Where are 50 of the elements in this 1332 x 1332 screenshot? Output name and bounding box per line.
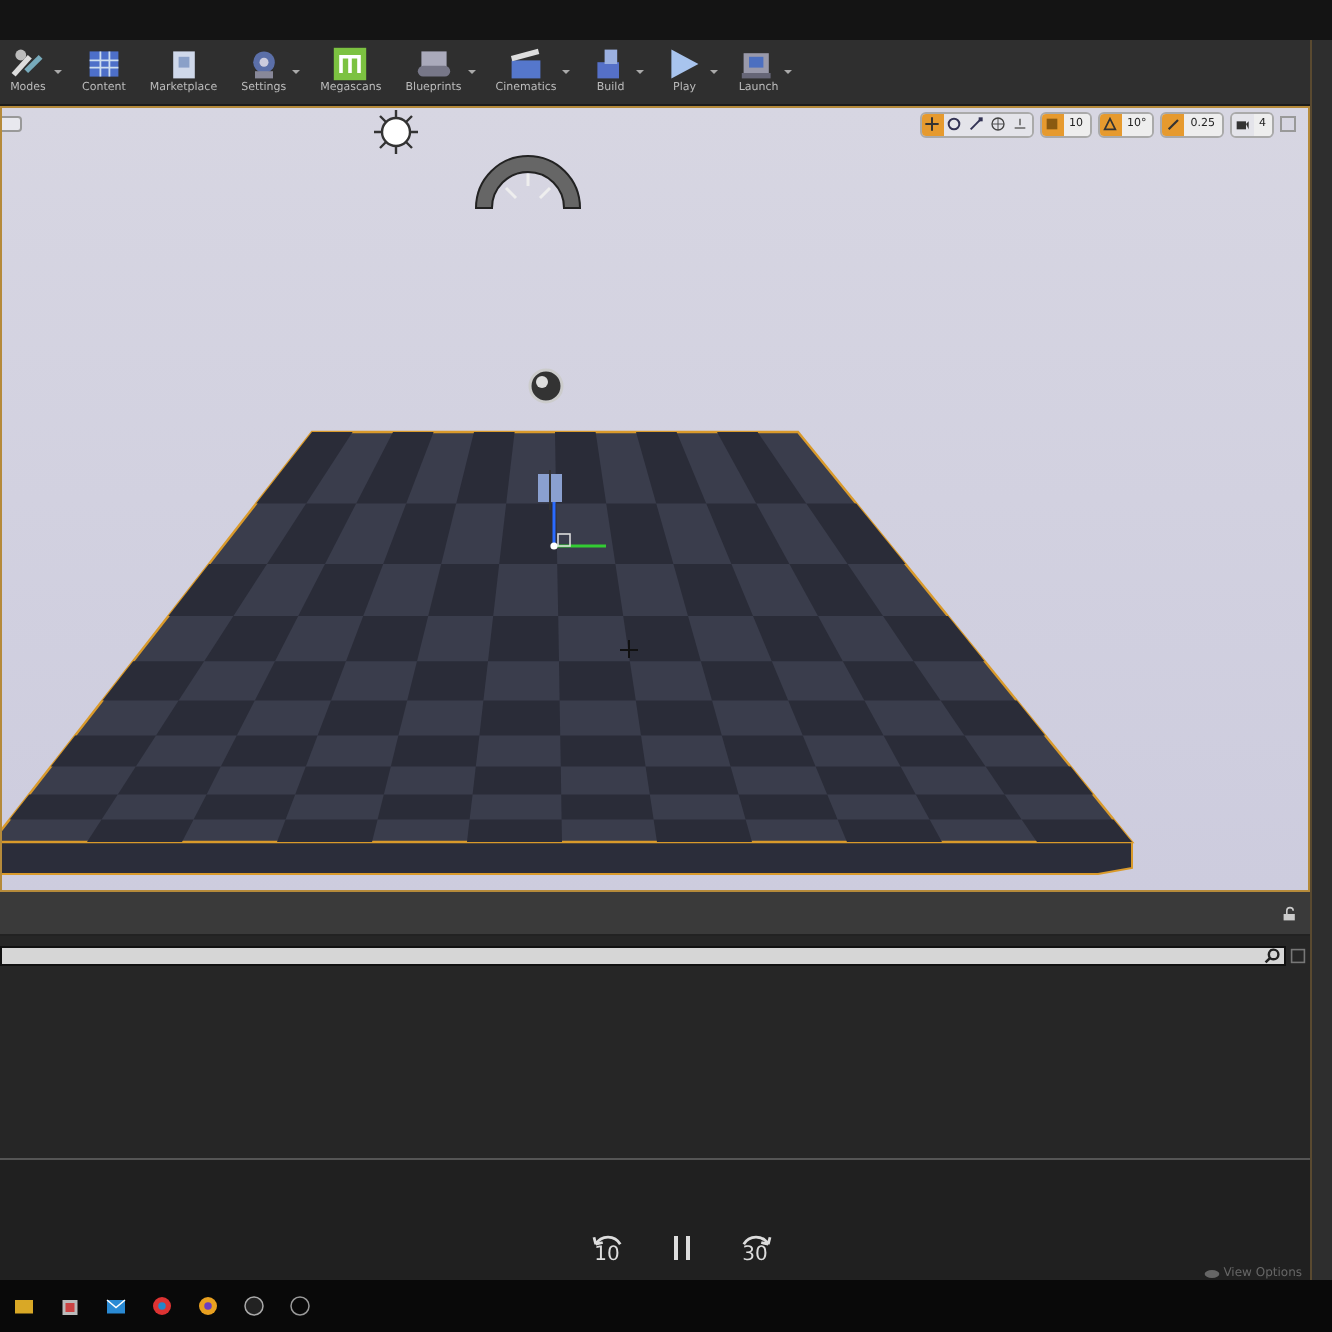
modes-icon bbox=[8, 46, 48, 83]
angle-snap-icon bbox=[1102, 116, 1118, 133]
search-field[interactable] bbox=[0, 946, 1286, 967]
surface-icon bbox=[1012, 116, 1028, 133]
pause-icon bbox=[669, 1234, 693, 1263]
browser-icon bbox=[195, 1294, 219, 1318]
caret-icon[interactable] bbox=[292, 69, 301, 74]
camera-snap-toggle[interactable] bbox=[1231, 113, 1253, 136]
folder-icon bbox=[11, 1294, 35, 1318]
caret-icon[interactable] bbox=[636, 69, 645, 74]
eye-icon bbox=[1203, 1267, 1220, 1279]
mail-icon bbox=[103, 1294, 127, 1318]
grid-snap-icon bbox=[1044, 116, 1060, 133]
player-start-icon bbox=[538, 468, 562, 511]
rewind-button[interactable]: 10 bbox=[589, 1231, 625, 1266]
world-tool-button[interactable] bbox=[987, 113, 1009, 136]
rotate-tool-button[interactable] bbox=[943, 113, 965, 136]
caret-icon[interactable] bbox=[710, 69, 719, 74]
pause-button[interactable] bbox=[669, 1234, 693, 1263]
browser-icon bbox=[149, 1294, 173, 1318]
caret-icon[interactable] bbox=[562, 69, 571, 74]
translate-icon bbox=[924, 116, 940, 133]
world-icon bbox=[990, 116, 1006, 133]
scale-icon bbox=[968, 116, 984, 133]
grid-snap-toggle[interactable] bbox=[1041, 113, 1063, 136]
translate-tool-button[interactable] bbox=[921, 113, 943, 136]
angle-snap-toggle[interactable] bbox=[1099, 113, 1121, 136]
lock-icon[interactable] bbox=[1282, 905, 1298, 922]
circle-icon bbox=[287, 1294, 311, 1318]
caret-icon[interactable] bbox=[54, 69, 62, 74]
transform-gizmo bbox=[550, 501, 606, 550]
save-icon[interactable] bbox=[1290, 948, 1306, 965]
sphere-icon bbox=[528, 368, 564, 404]
forward-arrow-icon bbox=[737, 1231, 773, 1246]
clapperboard-icon bbox=[506, 46, 546, 83]
camera-snap-icon bbox=[1234, 116, 1250, 133]
sun-icon bbox=[372, 108, 420, 156]
controller-icon bbox=[413, 46, 454, 83]
caret-icon[interactable] bbox=[784, 69, 793, 74]
rewind-arrow-icon bbox=[589, 1231, 625, 1246]
scale-snap-toggle[interactable] bbox=[1162, 113, 1185, 136]
letter-m-icon bbox=[330, 46, 371, 83]
search-icon bbox=[1264, 948, 1280, 965]
gauge-icon bbox=[475, 155, 581, 209]
rotate-icon bbox=[946, 116, 962, 133]
forward-button[interactable]: 30 bbox=[737, 1231, 773, 1266]
crosshair-icon bbox=[619, 638, 639, 659]
caret-icon[interactable] bbox=[467, 69, 476, 74]
scale-snap-icon bbox=[1165, 116, 1182, 133]
scale-tool-button[interactable] bbox=[965, 113, 987, 136]
